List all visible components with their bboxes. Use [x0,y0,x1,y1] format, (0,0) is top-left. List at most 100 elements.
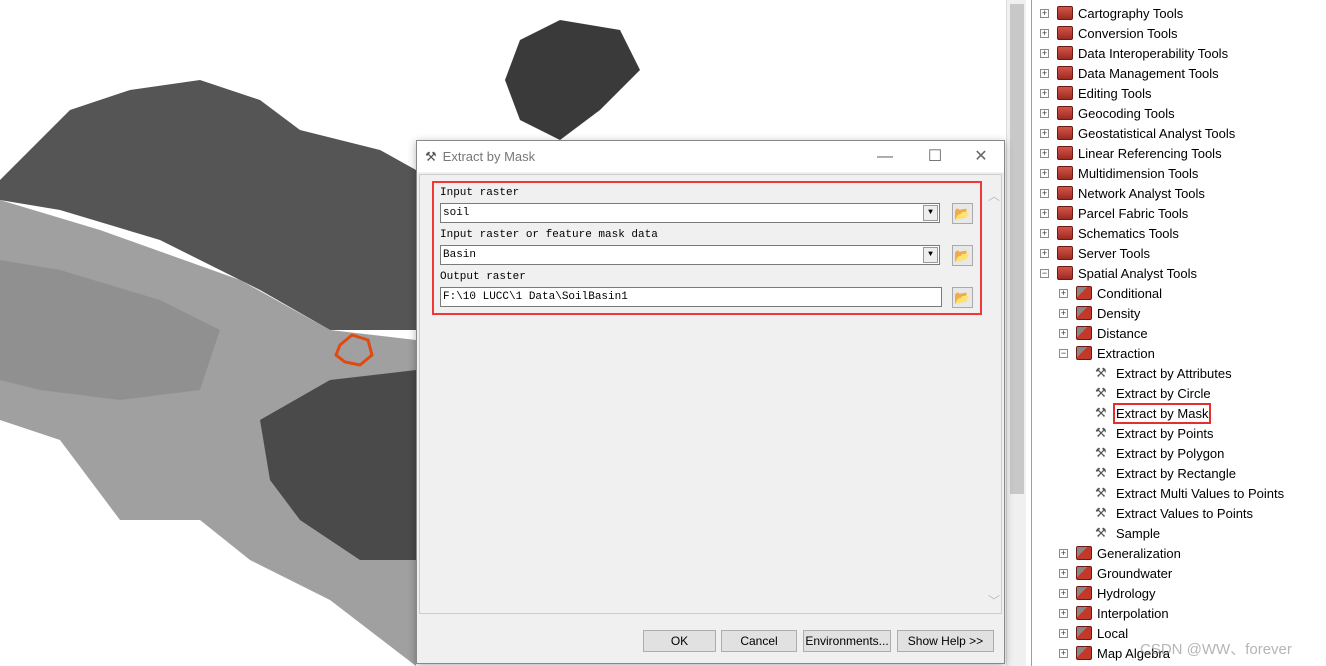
expand-icon[interactable]: + [1059,588,1068,598]
tree-item[interactable]: + Local [1059,623,1128,643]
expand-icon[interactable]: + [1040,208,1049,218]
tree-item[interactable]: + Network Analyst Tools [1040,183,1205,203]
tree-item-label: Schematics Tools [1078,225,1179,241]
tree-item[interactable]: + Hydrology [1059,583,1156,603]
tree-item[interactable]: ⚒ Extract by Mask [1095,402,1212,424]
tree-item[interactable]: + Generalization [1059,543,1181,563]
scroll-up-icon[interactable]: ︿ [986,187,1002,204]
expand-icon[interactable]: + [1059,308,1068,318]
close-button[interactable]: ✕ [959,141,1003,172]
environments-button[interactable]: Environments... [803,630,891,652]
browse-folder-icon[interactable]: 📂 [952,203,973,224]
tree-item-label: Extract Values to Points [1116,505,1254,521]
output-raster-input[interactable]: F:\10 LUCC\1 Data\SoilBasin1 [440,287,942,307]
expand-icon[interactable]: + [1040,68,1049,78]
expand-icon[interactable]: + [1040,48,1049,58]
expand-icon[interactable]: + [1059,328,1068,338]
browse-folder-icon[interactable]: 📂 [952,287,973,308]
tree-item-label: Sample [1116,525,1161,541]
tree-item[interactable]: ⚒ Extract by Rectangle [1095,463,1236,483]
tree-item-label: Conditional [1097,285,1163,301]
tree-item-label: Extraction [1097,345,1155,361]
expand-icon[interactable]: + [1040,108,1049,118]
tree-item[interactable]: + Data Management Tools [1040,63,1219,83]
scroll-thumb[interactable] [1010,4,1024,494]
scroll-down-icon[interactable]: ﹀ [986,592,1002,609]
browse-folder-icon[interactable]: 📂 [952,245,973,266]
tree-item[interactable]: + Distance [1059,323,1148,343]
tree-item[interactable]: + Density [1059,303,1140,323]
input-raster-dropdown[interactable]: soil ▼ [440,203,940,223]
expand-icon[interactable]: + [1040,188,1049,198]
mask-data-dropdown[interactable]: Basin ▼ [440,245,940,265]
minimize-button[interactable]: — [863,141,907,172]
tree-item[interactable]: + Data Interoperability Tools [1040,43,1228,63]
tree-item[interactable]: + Parcel Fabric Tools [1040,203,1188,223]
tree-item-label: Extract by Points [1116,425,1214,441]
collapse-icon[interactable]: − [1059,348,1068,358]
tree-item[interactable]: + Interpolation [1059,603,1169,623]
tree-item[interactable]: ⚒ Extract Values to Points [1095,503,1253,523]
toolbox-icon [1057,206,1073,220]
tree-item[interactable]: + Conditional [1059,283,1162,303]
toolbox-icon [1057,86,1073,100]
maximize-button[interactable]: ☐ [913,141,957,172]
expand-icon[interactable]: + [1040,128,1049,138]
tree-item[interactable]: + Multidimension Tools [1040,163,1198,183]
tree-item[interactable]: + Linear Referencing Tools [1040,143,1222,163]
chevron-down-icon[interactable]: ▼ [923,247,938,263]
tree-item-label: Data Management Tools [1078,65,1219,81]
tree-item[interactable]: + Cartography Tools [1040,3,1183,23]
toolbox-icon [1057,46,1073,60]
expand-icon[interactable]: + [1059,628,1068,638]
raster-region-north [505,20,640,140]
tree-item[interactable]: ⚒ Extract Multi Values to Points [1095,483,1284,503]
expand-icon[interactable]: + [1040,168,1049,178]
expand-icon[interactable]: + [1059,648,1068,658]
chevron-down-icon[interactable]: ▼ [923,205,938,221]
tree-item-label: Extract by Rectangle [1116,465,1236,481]
tree-item[interactable]: ⚒ Extract by Circle [1095,383,1211,403]
ok-button[interactable]: OK [643,630,716,652]
collapse-icon[interactable]: − [1040,268,1049,278]
expand-icon[interactable]: + [1059,288,1068,298]
tree-item[interactable]: + Groundwater [1059,563,1172,583]
tree-item-label: Data Interoperability Tools [1078,45,1229,61]
tree-item[interactable]: − Extraction [1059,343,1155,363]
tree-item[interactable]: ⚒ Extract by Points [1095,423,1214,443]
tree-item[interactable]: ⚒ Sample [1095,523,1160,543]
expand-icon[interactable]: + [1059,548,1068,558]
toolbox-tree: + Cartography Tools + Conversion Tools + Data… [1031,0,1326,666]
cancel-button[interactable]: Cancel [721,630,797,652]
tree-item[interactable]: ⚒ Extract by Polygon [1095,443,1224,463]
tree-item-label: Groundwater [1097,565,1173,581]
tree-item-label: Extract Multi Values to Points [1116,485,1285,501]
tree-item[interactable]: + Schematics Tools [1040,223,1179,243]
show-help-button[interactable]: Show Help >> [897,630,994,652]
expand-icon[interactable]: + [1040,228,1049,238]
expand-icon[interactable]: + [1059,608,1068,618]
dialog-scrollbar[interactable]: ︿ ﹀ [986,175,1002,613]
expand-icon[interactable]: + [1040,148,1049,158]
map-scrollbar[interactable] [1006,0,1026,666]
expand-icon[interactable]: + [1040,88,1049,98]
expand-icon[interactable]: + [1040,248,1049,258]
hammer-icon: ⚒ [1095,445,1107,460]
toolbox-icon [1076,546,1092,560]
tree-item-label: Geostatistical Analyst Tools [1078,125,1236,141]
expand-icon[interactable]: + [1059,568,1068,578]
tree-item[interactable]: + Editing Tools [1040,83,1151,103]
tree-item-label: Extract by Polygon [1116,445,1225,461]
highlight-box: Input raster soil ▼ 📂 Input raster or fea… [432,181,982,315]
tree-item[interactable]: − Spatial Analyst Tools [1040,263,1197,283]
expand-icon[interactable]: + [1040,8,1049,18]
tree-item-label: Generalization [1097,545,1181,561]
tree-item[interactable]: + Server Tools [1040,243,1150,263]
hammer-icon: ⚒ [1095,465,1107,480]
tree-item[interactable]: + Geocoding Tools [1040,103,1175,123]
toolbox-icon [1057,106,1073,120]
tree-item[interactable]: + Geostatistical Analyst Tools [1040,123,1235,143]
tree-item[interactable]: + Conversion Tools [1040,23,1177,43]
tree-item[interactable]: ⚒ Extract by Attributes [1095,363,1232,383]
expand-icon[interactable]: + [1040,28,1049,38]
